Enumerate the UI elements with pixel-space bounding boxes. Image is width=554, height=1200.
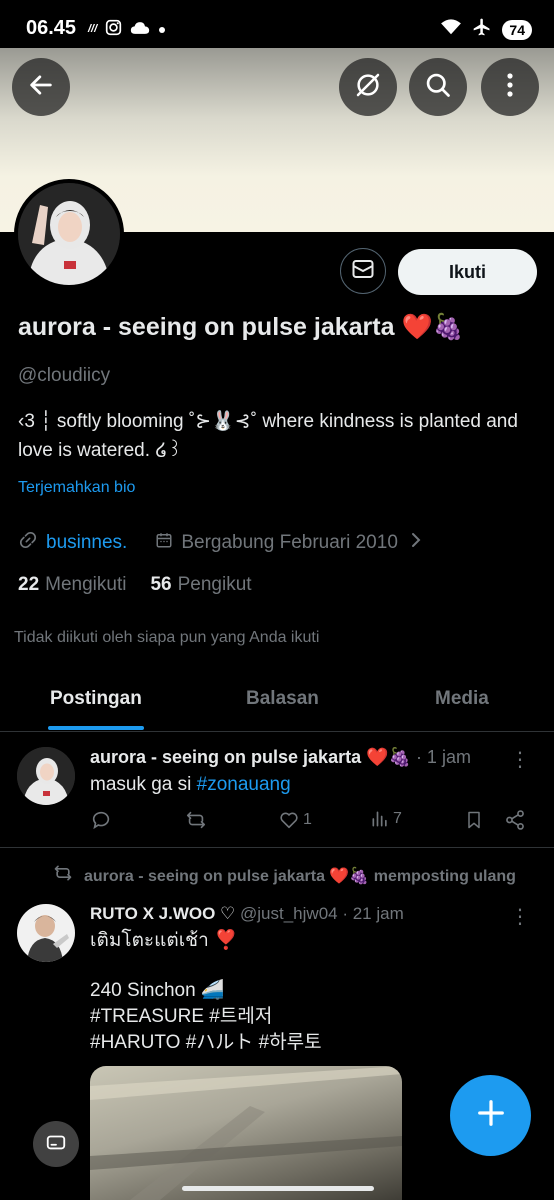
- cloud-icon: [130, 21, 150, 38]
- followers-link[interactable]: 56 Pengikut: [150, 574, 251, 596]
- calendar-icon: [155, 531, 173, 555]
- reply-button[interactable]: [90, 809, 112, 831]
- message-button[interactable]: [340, 248, 386, 294]
- active-tab-indicator: [48, 726, 144, 730]
- post-header: aurora - seeing on pulse jakarta ❤️🍇 · 1…: [90, 747, 471, 768]
- profile-website-link[interactable]: businnes.: [46, 532, 127, 554]
- profile-tabs: Postingan Balasan Media: [0, 668, 554, 732]
- reposter-name[interactable]: aurora - seeing on pulse jakarta ❤️🍇: [84, 868, 369, 885]
- plus-icon: [476, 1098, 506, 1133]
- share-icon: [506, 810, 524, 830]
- repost-indicator: aurora - seeing on pulse jakarta ❤️🍇 mem…: [52, 863, 516, 888]
- translate-bio-link[interactable]: Terjemahkan bio: [18, 479, 135, 497]
- mail-icon: [351, 257, 375, 286]
- dot-icon: [158, 21, 166, 37]
- post-item[interactable]: RUTO X J.WOO ♡ @just_hjw04 · 21 jam เติม…: [90, 904, 530, 1056]
- more-button[interactable]: [481, 58, 539, 116]
- profile-bio: ‹3 ┆ softly blooming ˚⊱🐰⊰˚ where kindnes…: [18, 411, 518, 461]
- views-button[interactable]: 7: [370, 809, 402, 829]
- follow-stats: 22 Mengikuti 56 Pengikut: [18, 574, 252, 596]
- hashtag-link[interactable]: #HARUTO #ハルト #하루토: [90, 1030, 530, 1056]
- post-author-avatar[interactable]: [17, 747, 75, 805]
- hide-button[interactable]: [339, 58, 397, 116]
- share-button[interactable]: [504, 809, 526, 831]
- repost-label: memposting ulang: [373, 867, 516, 885]
- clock: 06.45: [26, 17, 77, 39]
- following-count: 22: [18, 574, 40, 595]
- post-text-line: เติมโตะแต่เช้า ❣️: [90, 930, 238, 951]
- post-author-avatar[interactable]: [17, 904, 75, 962]
- back-button[interactable]: [12, 58, 70, 116]
- followers-label: Pengikut: [177, 574, 252, 595]
- floating-media-button[interactable]: [33, 1121, 79, 1167]
- link-icon: [18, 530, 38, 556]
- bookmark-icon: [468, 811, 480, 829]
- post-text-line: 240 Sinchon 🚄: [90, 980, 225, 1001]
- profile-avatar[interactable]: [14, 179, 124, 289]
- like-button[interactable]: 1: [278, 809, 312, 831]
- status-bar: 06.45 /// 74: [0, 0, 554, 48]
- post-author-name[interactable]: aurora - seeing on pulse jakarta ❤️🍇: [90, 747, 411, 767]
- views-count: 7: [393, 810, 402, 827]
- repost-button[interactable]: [184, 809, 208, 831]
- battery-indicator: 74: [502, 19, 532, 40]
- compose-button[interactable]: [450, 1075, 531, 1156]
- profile-name: aurora - seeing on pulse jakarta ❤️🍇: [18, 313, 464, 341]
- profile-handle: @cloudiicy: [18, 365, 111, 386]
- repost-small-icon: [52, 863, 74, 888]
- post-header: RUTO X J.WOO ♡ @just_hjw04 · 21 jam: [90, 904, 530, 924]
- hd-signal-icon: ///: [88, 23, 98, 35]
- like-count: 1: [303, 811, 312, 828]
- post-handle-time[interactable]: @just_hjw04 · 21 jam: [240, 904, 404, 923]
- following-label: Mengikuti: [45, 574, 127, 595]
- views-icon: [372, 811, 387, 827]
- hashtag-link[interactable]: #TREASURE #트레저: [90, 1004, 530, 1030]
- follow-button[interactable]: Ikuti: [398, 249, 537, 295]
- status-right-icons: 74: [440, 17, 532, 42]
- status-left-icons: ///: [88, 19, 166, 39]
- instagram-icon: [105, 19, 122, 39]
- home-indicator[interactable]: [182, 1186, 374, 1191]
- post-text: masuk ga si #zonauang: [90, 774, 291, 796]
- post-more-icon[interactable]: ⋮: [510, 904, 530, 929]
- heart-icon: [280, 812, 298, 829]
- tab-media[interactable]: Media: [435, 688, 489, 710]
- reply-icon: [92, 811, 110, 830]
- hide-icon: [353, 70, 383, 105]
- post-author-name[interactable]: RUTO X J.WOO ♡: [90, 904, 235, 923]
- post-more-icon[interactable]: ⋮: [510, 747, 530, 772]
- screen-icon: [44, 1131, 68, 1158]
- followers-count: 56: [150, 574, 172, 595]
- tab-balasan[interactable]: Balasan: [246, 688, 319, 710]
- chevron-right-icon[interactable]: [410, 531, 422, 555]
- joined-date: Bergabung Februari 2010: [181, 532, 398, 553]
- post-actions: 1 7: [90, 809, 530, 835]
- repost-icon: [186, 811, 206, 829]
- not-followed-notice: Tidak diikuti oleh siapa pun yang Anda i…: [14, 629, 320, 646]
- bookmark-button[interactable]: [464, 809, 484, 831]
- following-link[interactable]: 22 Mengikuti: [18, 574, 126, 596]
- more-vertical-icon: [506, 71, 514, 104]
- post-media-image[interactable]: [90, 1066, 402, 1200]
- search-icon: [424, 71, 452, 104]
- hashtag-link[interactable]: #zonauang: [197, 774, 291, 795]
- wifi-icon: [440, 18, 462, 41]
- post-text-body: masuk ga si: [90, 774, 197, 795]
- post-time[interactable]: · 1 jam: [416, 747, 471, 767]
- profile-meta: businnes. Bergabung Februari 2010: [18, 530, 422, 556]
- search-button[interactable]: [409, 58, 467, 116]
- airplane-icon: [472, 17, 492, 42]
- post-item[interactable]: aurora - seeing on pulse jakarta ❤️🍇 · 1…: [0, 733, 554, 848]
- back-arrow-icon: [27, 71, 55, 104]
- tab-postingan[interactable]: Postingan: [50, 688, 142, 710]
